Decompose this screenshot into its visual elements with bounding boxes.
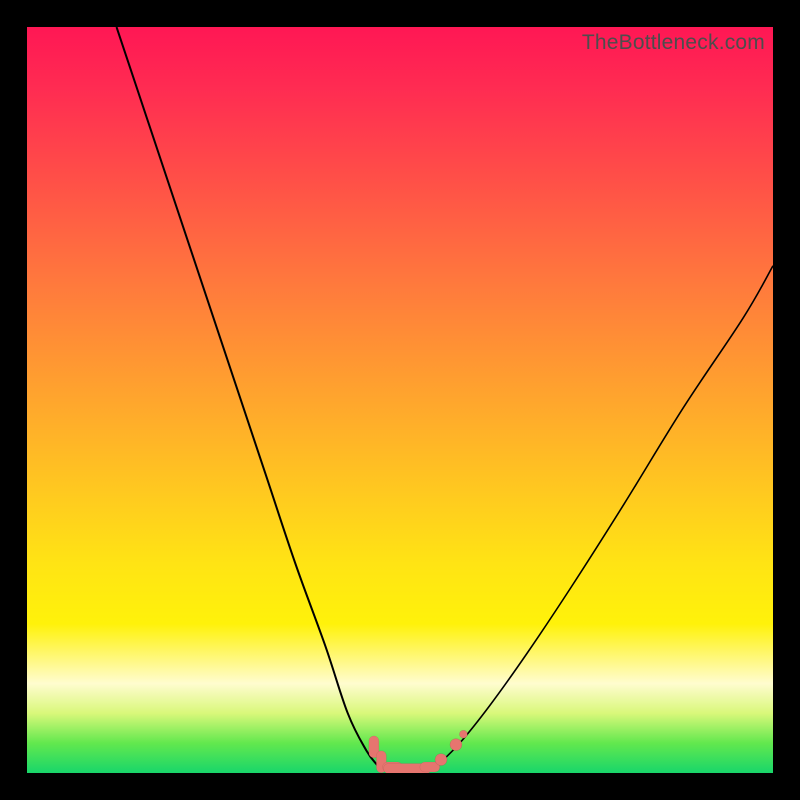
plot-area: TheBottleneck.com [27,27,773,773]
curve-right-branch [437,266,773,766]
data-marker [459,730,467,738]
chart-overlay [27,27,773,773]
chart-frame: TheBottleneck.com [0,0,800,800]
data-marker [450,739,462,751]
curve-left-branch [117,27,378,766]
data-marker [435,754,447,766]
